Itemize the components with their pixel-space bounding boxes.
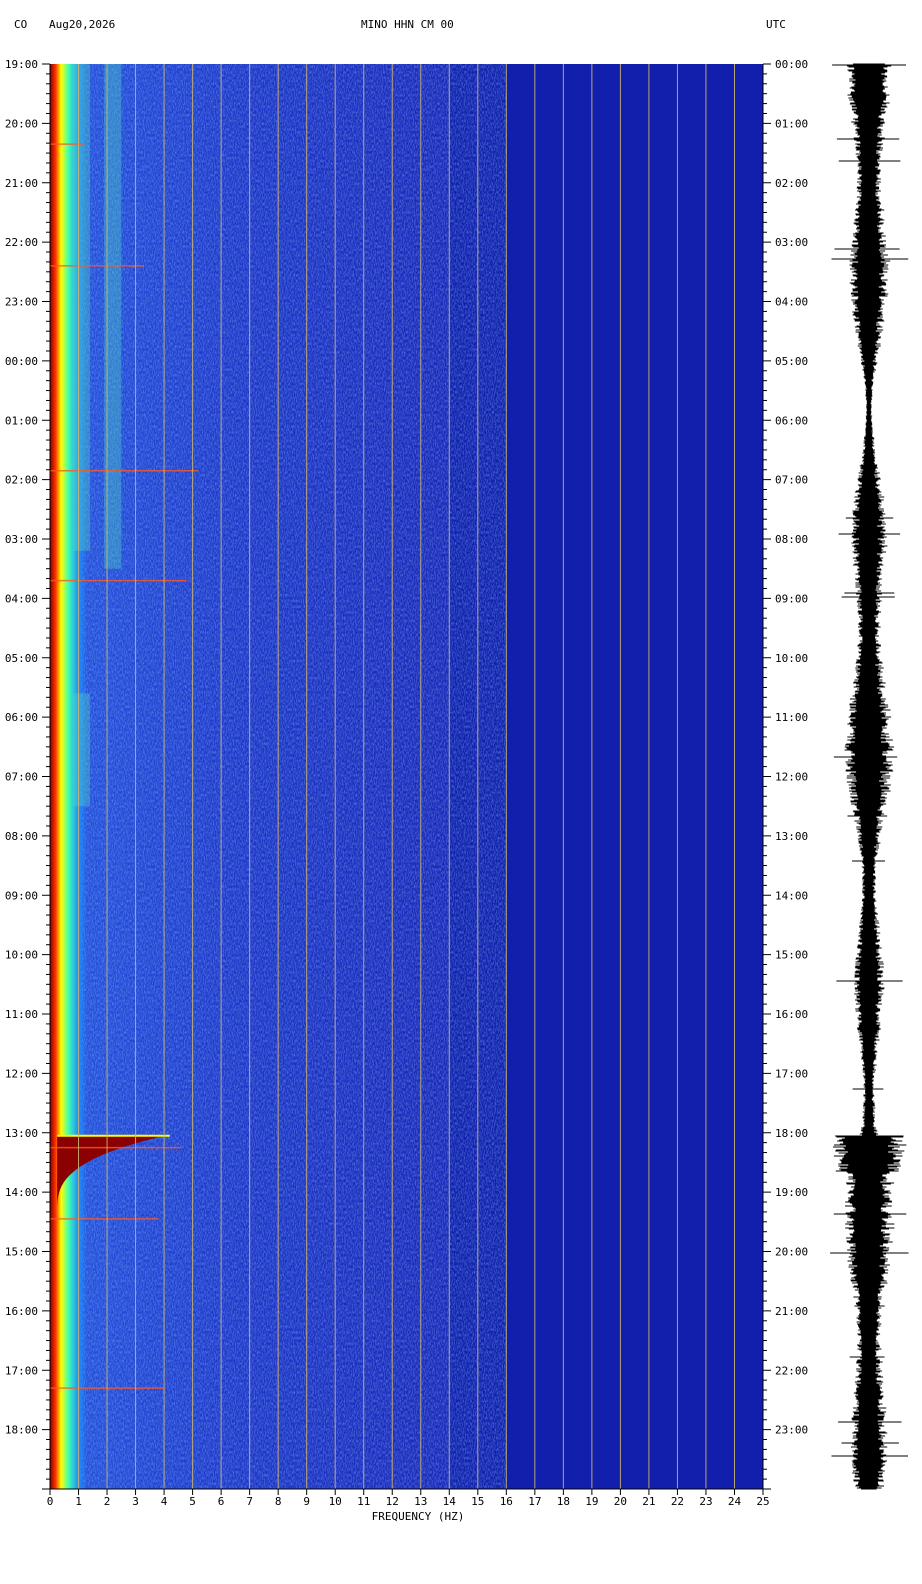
x-tick-label-11: 11: [357, 1495, 370, 1508]
x-axis-label: FREQUENCY (HZ): [372, 1510, 465, 1523]
y-tick-left-9: 04:00: [5, 592, 38, 605]
y-tick-right-23: 23:00: [775, 1424, 808, 1437]
y-tick-left-20: 15:00: [5, 1246, 38, 1259]
y-tick-right-7: 07:00: [775, 474, 808, 487]
x-tick-label-19: 19: [585, 1495, 598, 1508]
x-tick-label-15: 15: [471, 1495, 484, 1508]
y-tick-left-12: 07:00: [5, 771, 38, 784]
y-tick-right-14: 14:00: [775, 889, 808, 902]
spectrogram-chart: 19:00 20:00 21:00 22:00 23:00 00:00 01:00 02:00…: [5, 58, 909, 1523]
y-tick-left-0: 19:00: [5, 58, 38, 71]
y-tick-left-3: 22:00: [5, 236, 38, 249]
x-tick-label-17: 17: [528, 1495, 541, 1508]
seismogram-trace: [830, 63, 909, 1490]
y-tick-left-22: 17:00: [5, 1364, 38, 1377]
y-tick-right-17: 17:00: [775, 1067, 808, 1080]
y-tick-left-6: 01:00: [5, 414, 38, 427]
x-tick-label-4: 4: [161, 1495, 168, 1508]
y-tick-left-17: 12:00: [5, 1067, 38, 1080]
x-tick-label-14: 14: [443, 1495, 457, 1508]
x-tick-label-20: 20: [614, 1495, 627, 1508]
y-tick-right-2: 02:00: [775, 177, 808, 190]
y-tick-left-11: 06:00: [5, 711, 38, 724]
y-tick-right-9: 09:00: [775, 592, 808, 605]
x-tick-label-2: 2: [104, 1495, 111, 1508]
y-tick-right-22: 22:00: [775, 1364, 808, 1377]
y-tick-left-8: 03:00: [5, 533, 38, 546]
y-tick-left-2: 21:00: [5, 177, 38, 190]
x-tick-label-5: 5: [189, 1495, 196, 1508]
y-tick-left-21: 16:00: [5, 1305, 38, 1318]
y-tick-right-16: 16:00: [775, 1008, 808, 1021]
x-tick-label-25: 25: [756, 1495, 769, 1508]
energy-column-2: [72, 693, 90, 807]
x-tick-label-22: 22: [671, 1495, 684, 1508]
x-tick-label-21: 21: [642, 1495, 655, 1508]
y-tick-left-1: 20:00: [5, 117, 38, 130]
y-tick-right-15: 15:00: [775, 949, 808, 962]
x-tick-label-16: 16: [500, 1495, 513, 1508]
y-tick-left-16: 11:00: [5, 1008, 38, 1021]
y-tick-right-3: 03:00: [775, 236, 808, 249]
x-tick-label-3: 3: [132, 1495, 139, 1508]
y-tick-left-7: 02:00: [5, 474, 38, 487]
y-tick-right-0: 00:00: [775, 58, 808, 71]
x-tick-label-10: 10: [329, 1495, 342, 1508]
x-tick-label-12: 12: [386, 1495, 399, 1508]
x-tick-label-24: 24: [728, 1495, 742, 1508]
seismogram-waveform: [830, 63, 909, 1490]
y-tick-right-5: 05:00: [775, 355, 808, 368]
y-tick-right-6: 06:00: [775, 414, 808, 427]
y-tick-left-5: 00:00: [5, 355, 38, 368]
y-tick-right-10: 10:00: [775, 652, 808, 665]
y-tick-right-13: 13:00: [775, 830, 808, 843]
y-tick-left-14: 09:00: [5, 889, 38, 902]
y-tick-left-23: 18:00: [5, 1424, 38, 1437]
y-tick-left-10: 05:00: [5, 652, 38, 665]
x-tick-label-0: 0: [47, 1495, 54, 1508]
y-tick-right-1: 01:00: [775, 117, 808, 130]
spectrogram-plot-area: [50, 64, 763, 1489]
y-tick-right-20: 20:00: [775, 1246, 808, 1259]
y-tick-right-18: 18:00: [775, 1127, 808, 1140]
energy-column-0: [72, 64, 90, 551]
y-tick-left-18: 13:00: [5, 1127, 38, 1140]
y-tick-right-4: 04:00: [775, 296, 808, 309]
x-tick-label-18: 18: [557, 1495, 570, 1508]
x-tick-label-1: 1: [75, 1495, 82, 1508]
y-tick-right-21: 21:00: [775, 1305, 808, 1318]
y-tick-right-19: 19:00: [775, 1186, 808, 1199]
x-tick-label-23: 23: [699, 1495, 712, 1508]
y-tick-right-11: 11:00: [775, 711, 808, 724]
y-tick-left-19: 14:00: [5, 1186, 38, 1199]
x-tick-label-9: 9: [303, 1495, 310, 1508]
y-tick-left-13: 08:00: [5, 830, 38, 843]
x-tick-label-6: 6: [218, 1495, 225, 1508]
y-tick-right-8: 08:00: [775, 533, 808, 546]
y-tick-left-4: 23:00: [5, 296, 38, 309]
x-tick-label-13: 13: [414, 1495, 427, 1508]
x-tick-label-7: 7: [246, 1495, 253, 1508]
y-tick-left-15: 10:00: [5, 949, 38, 962]
y-tick-right-12: 12:00: [775, 771, 808, 784]
x-tick-label-8: 8: [275, 1495, 282, 1508]
